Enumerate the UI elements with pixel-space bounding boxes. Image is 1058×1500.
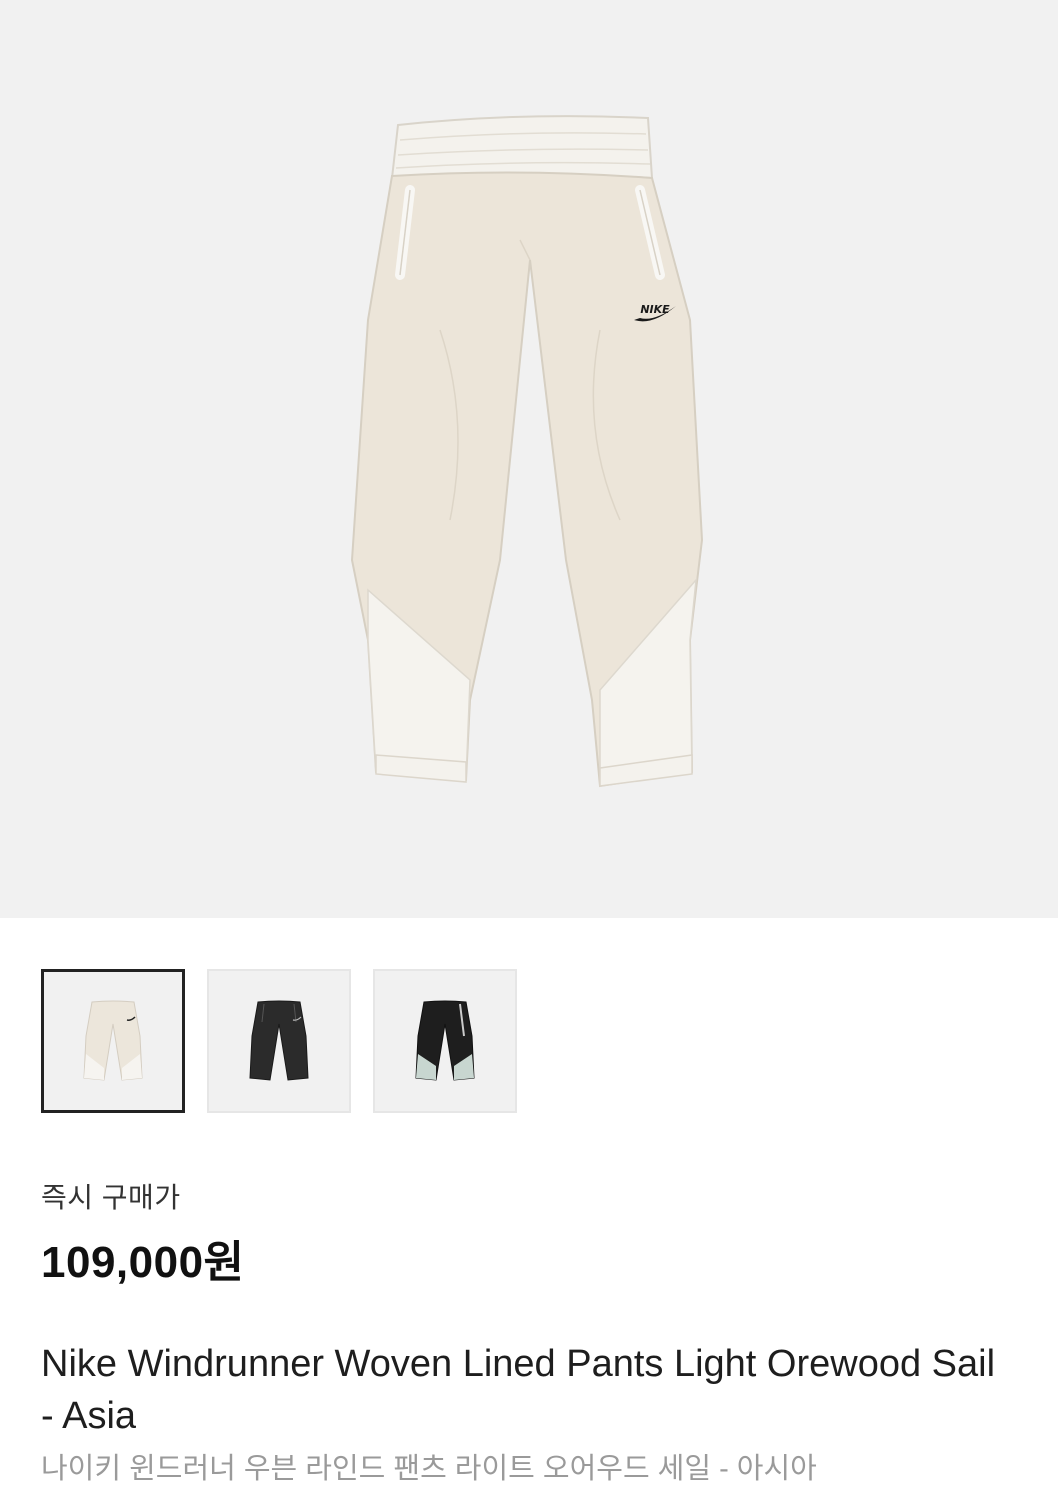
- brand-logo: NIKE: [640, 303, 670, 316]
- pants-image: NIKE: [350, 115, 704, 788]
- product-subtitle-korean: 나이키 윈드러너 우븐 라인드 팬츠 라이트 오어우드 세일 - 아시아: [41, 1453, 817, 1485]
- pants-thumbnail-image: [249, 1000, 309, 1081]
- price-value: 109,000원: [41, 1238, 245, 1287]
- product-title: Nike Windrunner Woven Lined Pants Light …: [41, 1343, 996, 1437]
- thumbnail-black-grey[interactable]: [373, 969, 517, 1113]
- thumbnail-gallery: [41, 969, 517, 1113]
- pants-thumbnail-image: [415, 1000, 475, 1081]
- pants-thumbnail-image: [83, 1000, 143, 1081]
- thumbnail-black[interactable]: [207, 969, 351, 1113]
- product-hero-image[interactable]: NIKE: [0, 0, 1058, 918]
- price-label: 즉시 구매가: [41, 1182, 181, 1213]
- thumbnail-light-orewood-sail[interactable]: [41, 969, 185, 1113]
